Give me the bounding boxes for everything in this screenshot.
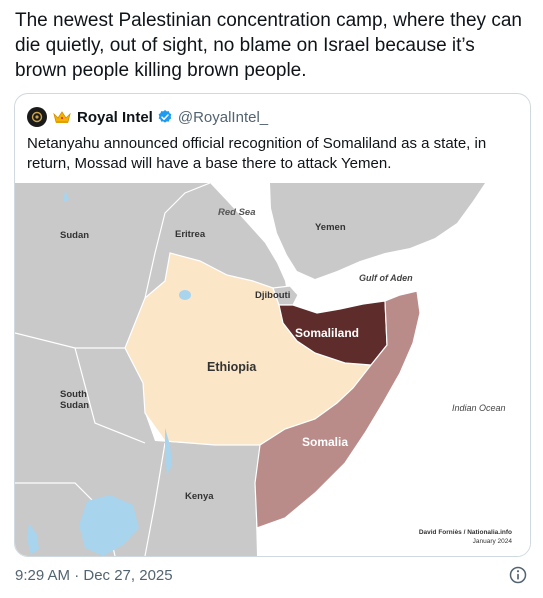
author-avatar[interactable]	[27, 107, 47, 127]
label-south-sudan-line2: Sudan	[60, 400, 89, 411]
label-south-sudan-line1: South	[60, 389, 87, 400]
lake-tana	[179, 290, 191, 300]
quoted-post-header: Royal Intel @RoyalIntel_	[27, 106, 268, 128]
label-gulf-of-aden: Gulf of Aden	[359, 273, 413, 283]
verified-badge-icon	[158, 110, 172, 123]
avatar-emblem-icon	[31, 111, 43, 123]
map-credit-date: January 2024	[473, 538, 513, 545]
map-credit-author: David Forniès / Nationalia.info	[419, 529, 512, 536]
label-yemen: Yemen	[315, 222, 346, 233]
quoted-post-text: Netanyahu announced official recognition…	[27, 135, 487, 172]
label-djibouti: Djibouti	[255, 290, 290, 301]
horn-of-africa-map[interactable]: Red Sea Yemen Sudan Eritrea Gulf of Aden…	[15, 183, 530, 556]
post-timestamp[interactable]: 9:29 AM · Dec 27, 2025	[15, 567, 173, 584]
post-text: The newest Palestinian concentration cam…	[15, 10, 522, 81]
crown-icon	[53, 111, 71, 123]
label-ethiopia: Ethiopia	[207, 360, 257, 374]
label-kenya: Kenya	[185, 491, 214, 502]
label-eritrea: Eritrea	[175, 229, 206, 240]
quoted-post-card[interactable]: Royal Intel @RoyalIntel_ Netanyahu annou…	[14, 93, 531, 557]
label-sudan: Sudan	[60, 230, 89, 241]
label-somaliland: Somaliland	[295, 326, 359, 340]
label-somalia: Somalia	[302, 435, 348, 449]
author-handle[interactable]: @RoyalIntel_	[178, 109, 268, 126]
author-name[interactable]: Royal Intel	[77, 109, 153, 126]
info-icon[interactable]	[508, 565, 528, 585]
label-indian-ocean: Indian Ocean	[452, 403, 506, 413]
label-red-sea: Red Sea	[218, 207, 256, 218]
